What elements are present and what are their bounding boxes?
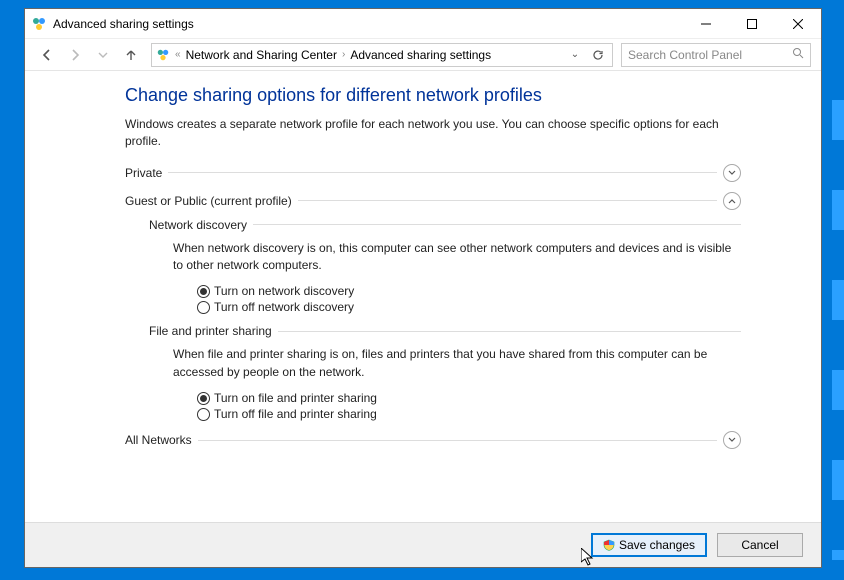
radio-icon: [197, 285, 210, 298]
expand-icon[interactable]: [723, 431, 741, 449]
recent-locations-button[interactable]: [91, 43, 115, 67]
network-sharing-icon: [31, 16, 47, 32]
maximize-button[interactable]: [729, 9, 775, 39]
window-title: Advanced sharing settings: [53, 17, 683, 31]
file-printer-sharing-subsection: File and printer sharing When file and p…: [149, 324, 741, 421]
radio-icon: [197, 408, 210, 421]
subsection-description: When file and printer sharing is on, fil…: [173, 346, 741, 381]
forward-button[interactable]: [63, 43, 87, 67]
radio-network-discovery-off[interactable]: Turn off network discovery: [197, 300, 741, 314]
network-sharing-icon: [156, 48, 170, 62]
address-dropdown-icon[interactable]: ⌄: [566, 49, 584, 60]
page-description: Windows creates a separate network profi…: [125, 116, 741, 150]
control-panel-window: Advanced sharing settings « Network and …: [24, 8, 822, 568]
desktop-accent: [832, 100, 844, 560]
network-discovery-subsection: Network discovery When network discovery…: [149, 218, 741, 315]
close-button[interactable]: [775, 9, 821, 39]
breadcrumb-chevron-icon: «: [175, 49, 181, 60]
section-label: All Networks: [125, 433, 192, 447]
breadcrumb-chevron-icon: ›: [342, 49, 345, 60]
radio-file-printer-on[interactable]: Turn on file and printer sharing: [197, 391, 741, 405]
address-bar[interactable]: « Network and Sharing Center › Advanced …: [151, 43, 613, 67]
section-guest-header[interactable]: Guest or Public (current profile): [125, 192, 741, 210]
footer-bar: Save changes Cancel: [25, 522, 821, 567]
save-changes-button[interactable]: Save changes: [591, 533, 707, 557]
radio-icon: [197, 301, 210, 314]
radio-icon: [197, 392, 210, 405]
breadcrumb-seg-1[interactable]: Network and Sharing Center: [186, 48, 337, 62]
page-title: Change sharing options for different net…: [125, 85, 741, 106]
section-all-networks-header[interactable]: All Networks: [125, 431, 741, 449]
search-icon: [792, 47, 804, 62]
subsection-heading: File and printer sharing: [149, 324, 272, 338]
collapse-icon[interactable]: [723, 192, 741, 210]
section-private-header[interactable]: Private: [125, 164, 741, 182]
radio-network-discovery-on[interactable]: Turn on network discovery: [197, 284, 741, 298]
cancel-button[interactable]: Cancel: [717, 533, 803, 557]
refresh-button[interactable]: [588, 49, 608, 61]
back-button[interactable]: [35, 43, 59, 67]
breadcrumb-seg-2[interactable]: Advanced sharing settings: [350, 48, 491, 62]
expand-icon[interactable]: [723, 164, 741, 182]
section-label: Private: [125, 166, 162, 180]
minimize-button[interactable]: [683, 9, 729, 39]
up-button[interactable]: [119, 43, 143, 67]
search-placeholder: Search Control Panel: [628, 48, 792, 62]
section-label: Guest or Public (current profile): [125, 194, 292, 208]
search-input[interactable]: Search Control Panel: [621, 43, 811, 67]
subsection-description: When network discovery is on, this compu…: [173, 240, 741, 275]
content-area: Change sharing options for different net…: [25, 71, 821, 522]
subsection-heading: Network discovery: [149, 218, 247, 232]
nav-toolbar: « Network and Sharing Center › Advanced …: [25, 39, 821, 71]
title-bar: Advanced sharing settings: [25, 9, 821, 39]
uac-shield-icon: [603, 539, 615, 551]
radio-file-printer-off[interactable]: Turn off file and printer sharing: [197, 407, 741, 421]
